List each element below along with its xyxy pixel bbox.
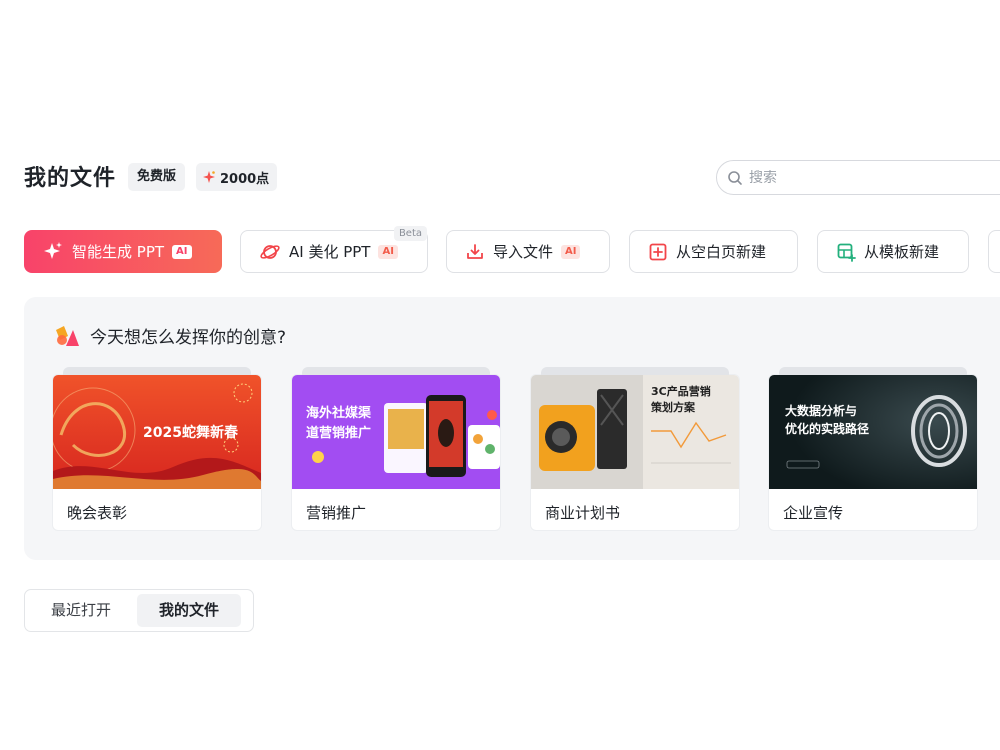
page-title: 我的文件 (24, 166, 117, 191)
card-stack-shadow (541, 367, 729, 375)
page: 我的文件 免费版 2000点 智能生成 PPT AI (0, 0, 1000, 750)
search-box[interactable] (716, 160, 1000, 195)
planet-icon (260, 244, 280, 259)
import-file-label: 导入文件 (493, 243, 554, 261)
search-input[interactable] (749, 169, 969, 186)
template-card-business-plan[interactable]: 3C产品营销 策划方案 商业计划书 (530, 367, 740, 531)
new-blank-button[interactable]: 从空白页新建 (629, 230, 798, 273)
import-icon (467, 243, 483, 259)
sparkle-icon (203, 171, 215, 183)
inspiration-heading: 今天想怎么发挥你的创意? (90, 328, 287, 348)
new-blank-label: 从空白页新建 (676, 243, 767, 261)
search-icon (728, 170, 742, 185)
template-card-marketing[interactable]: 海外社媒渠 道营销推广 营销推广 (291, 367, 501, 531)
ai-tag: AI (561, 244, 581, 259)
import-file-button[interactable]: 导入文件 AI (446, 230, 610, 273)
more-actions-button[interactable] (988, 230, 1000, 273)
card-stack-shadow (779, 367, 967, 375)
template-icon (837, 243, 856, 262)
ai-beautify-ppt-button[interactable]: AI 美化 PPT AI Beta (240, 226, 428, 273)
card-label: 营销推广 (306, 504, 367, 522)
plus-square-icon (649, 243, 667, 260)
card-stack-shadow (302, 367, 490, 375)
card-thumbnail: 2025蛇舞新春 (53, 375, 261, 489)
card-label: 企业宣传 (783, 504, 844, 522)
ai-beautify-ppt-label: AI 美化 PPT (289, 243, 371, 261)
inspiration-heading-row: 今天想怎么发挥你的创意? (54, 323, 286, 348)
card-label: 晚会表彰 (67, 504, 128, 522)
plan-badge[interactable]: 免费版 (128, 163, 186, 191)
new-from-template-label: 从模板新建 (864, 243, 940, 261)
card-stack-shadow (63, 367, 251, 375)
ai-generate-ppt-label: 智能生成 PPT (72, 243, 165, 261)
template-card-gala[interactable]: 2025蛇舞新春 晚会表彰 (52, 367, 262, 531)
creative-logo-icon (56, 325, 79, 346)
template-card-corporate[interactable]: 大数据分析与 优化的实践路径 企业宣传 (768, 367, 978, 531)
card-thumb-title-2: 道营销推广 (306, 425, 371, 441)
card-thumb-title-1: 大数据分析与 (785, 403, 857, 418)
card-thumb-title-1: 3C产品营销 (651, 384, 711, 398)
tab-my-files[interactable]: 我的文件 (137, 594, 242, 627)
new-from-template-button[interactable]: 从模板新建 (817, 230, 969, 273)
ai-tag: AI (172, 244, 192, 259)
inspiration-panel: 今天想怎么发挥你的创意? 2025蛇舞新春 晚会表彰 海外社媒渠 道营销推广 营… (24, 297, 1000, 560)
tab-recent[interactable]: 最近打开 (29, 594, 133, 627)
card-thumb-title: 2025蛇舞新春 (143, 424, 239, 441)
file-tabs: 最近打开 我的文件 (24, 589, 254, 632)
card-thumb-title-2: 策划方案 (650, 400, 696, 414)
ai-generate-ppt-button[interactable]: 智能生成 PPT AI (24, 230, 222, 273)
sparkle-icon (44, 241, 62, 259)
card-thumbnail: 大数据分析与 优化的实践路径 (769, 375, 977, 489)
card-thumb-title-1: 海外社媒渠 (306, 405, 372, 421)
beta-badge: Beta (393, 226, 427, 241)
card-thumbnail: 3C产品营销 策划方案 (531, 375, 739, 489)
card-label: 商业计划书 (545, 504, 621, 522)
points-badge-label: 2000点 (220, 171, 270, 187)
ai-tag: AI (378, 244, 398, 259)
points-badge[interactable]: 2000点 (196, 163, 278, 191)
card-thumbnail: 海外社媒渠 道营销推广 (292, 375, 500, 489)
card-thumb-title-2: 优化的实践路径 (785, 421, 869, 436)
